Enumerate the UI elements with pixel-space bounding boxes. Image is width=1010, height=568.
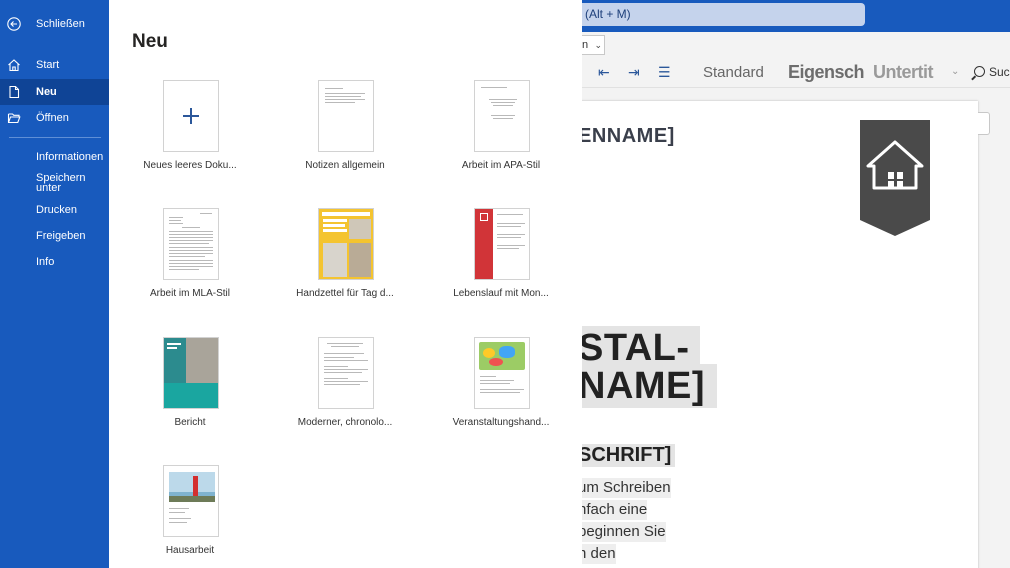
template-thumbnail: [163, 208, 219, 280]
template-mla-paper[interactable]: Arbeit im MLA-Stil: [120, 208, 260, 308]
decrease-indent-icon[interactable]: ⇤: [598, 64, 610, 81]
template-thumbnail: [163, 465, 219, 537]
page-title: Neu: [132, 31, 168, 52]
style-standard[interactable]: Standard: [703, 64, 764, 81]
template-thumbnail: [474, 208, 530, 280]
template-thumbnail: [318, 80, 374, 152]
template-label: Handzettel für Tag d...: [296, 288, 394, 299]
paragraph-spacing-icon[interactable]: ☰: [658, 64, 671, 81]
template-blank-document[interactable]: Neues leeres Doku...: [120, 80, 260, 180]
nav-info[interactable]: Info: [0, 249, 109, 275]
template-label: Hausarbeit: [165, 545, 215, 556]
template-thumbnail: [318, 337, 374, 409]
nav-information-label: Informationen: [36, 151, 104, 163]
plus-icon: [183, 108, 199, 124]
nav-divider: [9, 137, 101, 138]
search-box[interactable]: (Alt + M): [575, 3, 865, 26]
ribbon-search[interactable]: Suc: [974, 65, 1010, 79]
template-notes-general[interactable]: Notizen allgemein: [275, 80, 415, 180]
template-thumbnail: [163, 80, 219, 152]
template-term-paper[interactable]: Hausarbeit: [120, 465, 260, 565]
styles-more-icon[interactable]: ⌄: [951, 66, 959, 77]
doc-body-line: beginnen Sie: [578, 522, 666, 542]
increase-indent-icon[interactable]: ⇥: [628, 64, 640, 81]
template-thumbnail: [318, 208, 374, 280]
nav-info-label: Info: [36, 256, 55, 268]
nav-start-label: Start: [36, 59, 60, 71]
nav-new-label: Neu: [36, 86, 57, 98]
doc-subheading: SCHRIFT]: [578, 444, 676, 467]
new-document-icon: [9, 85, 20, 99]
nav-open[interactable]: Öffnen: [0, 105, 109, 131]
template-apa-paper[interactable]: Arbeit im APA-Stil: [431, 80, 571, 180]
nav-save-as-label: Speichern unter: [36, 172, 86, 194]
template-label: Arbeit im MLA-Stil: [149, 288, 230, 299]
template-label: Notizen allgemein: [305, 160, 385, 171]
template-thumbnail: [163, 337, 219, 409]
template-thumbnail: [474, 80, 530, 152]
template-report[interactable]: Bericht: [120, 337, 260, 437]
backstage-nav: Schließen Start Neu Öffnen Informationen…: [0, 0, 109, 568]
doc-title-line2: NAME]: [578, 364, 718, 408]
style-eigenschaften[interactable]: Eigensch: [788, 62, 865, 83]
nav-close[interactable]: Schließen: [0, 11, 109, 37]
template-label: Arbeit im APA-Stil: [461, 160, 541, 171]
back-arrow-icon: [7, 17, 21, 31]
nav-save-as[interactable]: Speichern unter: [0, 170, 109, 196]
template-label: Neues leeres Doku...: [143, 160, 237, 171]
template-thumbnail: [474, 337, 530, 409]
nav-print[interactable]: Drucken: [0, 197, 109, 223]
style-untertitel[interactable]: Untertit: [873, 62, 948, 83]
doc-body-line: nfach eine: [578, 500, 648, 520]
side-pane-toggle[interactable]: [978, 112, 990, 135]
home-icon: [8, 59, 20, 72]
nav-share-label: Freigeben: [36, 230, 86, 242]
doc-heading: ENNAME]: [578, 125, 675, 147]
template-label: Moderner, chronolo...: [297, 417, 393, 428]
doc-body-line: um Schreiben: [578, 478, 671, 498]
nav-open-label: Öffnen: [36, 112, 69, 124]
nav-start[interactable]: Start: [0, 52, 109, 78]
template-label: Veranstaltungshand...: [452, 417, 550, 428]
template-label: Lebenslauf mit Mon...: [453, 288, 549, 299]
chevron-down-icon: ⌄: [594, 40, 602, 50]
nav-close-label: Schließen: [36, 18, 85, 30]
nav-print-label: Drucken: [36, 204, 77, 216]
nav-share[interactable]: Freigeben: [0, 223, 109, 249]
nav-new[interactable]: Neu: [0, 79, 109, 105]
ribbon-search-label: Suc: [989, 65, 1010, 79]
doc-body-line: n den: [578, 544, 616, 564]
nav-information[interactable]: Informationen: [0, 144, 109, 170]
template-modern-chronological[interactable]: Moderner, chronolo...: [275, 337, 415, 437]
template-resume-monogram[interactable]: Lebenslauf mit Mon...: [431, 208, 571, 308]
template-event-handout[interactable]: Veranstaltungshand...: [431, 337, 571, 437]
folder-open-icon: [7, 113, 21, 124]
search-icon: [974, 66, 985, 77]
template-day-flyer[interactable]: Handzettel für Tag d...: [275, 208, 415, 308]
font-size-value: n: [582, 39, 589, 51]
template-label: Bericht: [174, 417, 206, 428]
house-banner-icon: [860, 120, 930, 236]
new-document-panel: Neu Neues leeres Doku... Notizen allgeme…: [109, 0, 582, 568]
